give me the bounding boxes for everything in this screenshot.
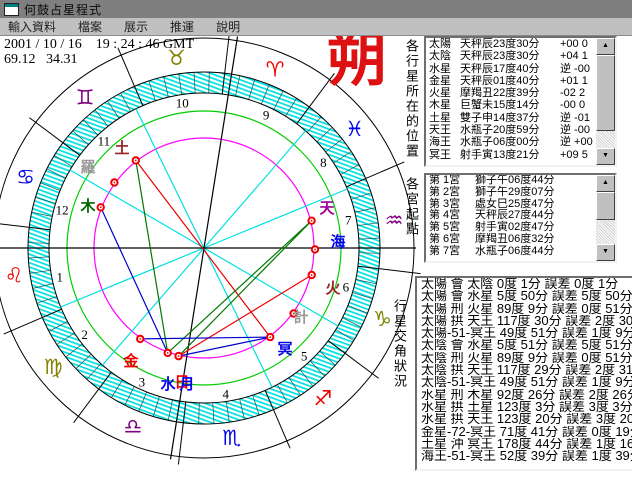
planet-positions-listbox: 太陽 天秤辰23度30分 +00 0 太陰 天秤辰23度30分 +04 1 水星 天秤辰17度…	[424, 36, 617, 167]
aspect-row[interactable]: 太陰-51-冥王 49度 51分 誤差 1度 9分	[417, 376, 632, 388]
planet-position-row[interactable]: 火星 摩羯丑22度39分 -02 2	[426, 87, 615, 99]
aspects-listbox: 太陽 會 太陰 0度 1分 誤差 0度 1分 太陽 會 水星 5度 50分 誤差 …	[415, 276, 632, 471]
svg-text:水: 水	[160, 375, 176, 393]
svg-text:♒: ♒	[385, 208, 404, 232]
svg-text:10: 10	[176, 96, 189, 111]
planet-position-row[interactable]: 太陰 天秤辰23度30分 +04 1	[426, 50, 615, 62]
moon-phase-label: 朔	[327, 25, 387, 95]
scroll-down-icon[interactable]: ▼	[596, 244, 615, 261]
menu-item[interactable]: 推運	[170, 18, 194, 35]
house-cusp-row[interactable]: 第 6宮 摩羯丑06度32分	[426, 233, 615, 246]
caption-house-cusps: 各宮起點	[404, 177, 419, 237]
svg-text:火: 火	[325, 280, 341, 297]
menu-bar: 輸入資料 檔案 展示 推運 說明	[0, 18, 632, 36]
svg-text:♐: ♐	[313, 387, 332, 411]
aspect-row[interactable]: 太陰 會 水星 5度 51分 誤差 5度 51分	[417, 339, 632, 351]
svg-text:木: 木	[79, 197, 96, 215]
svg-text:♊: ♊	[76, 85, 95, 109]
svg-text:6: 6	[343, 279, 350, 294]
svg-text:金: 金	[122, 352, 139, 370]
svg-text:♑: ♑	[373, 307, 392, 331]
scrollbar-thumb[interactable]	[596, 55, 615, 131]
svg-text:♏: ♏	[222, 426, 241, 450]
svg-text:11: 11	[98, 133, 111, 148]
planet-position-row[interactable]: 冥王 射手寅13度21分 +09 5	[426, 149, 615, 161]
aspect-row[interactable]: 海王-51-冥王 52度 39分 誤差 1度 39分	[417, 450, 632, 462]
aspect-row[interactable]: 太陰 刑 火星 89度 9分 誤差 0度 51分	[417, 352, 632, 364]
svg-text:月: 月	[178, 376, 194, 393]
svg-text:4: 4	[223, 386, 230, 401]
svg-text:♋: ♋	[16, 165, 35, 189]
svg-text:計: 計	[293, 308, 308, 326]
svg-text:冥: 冥	[277, 341, 292, 358]
menu-item[interactable]: 檔案	[78, 18, 102, 35]
svg-text:羅: 羅	[80, 159, 95, 176]
positions-scrollbar[interactable]: ▲ ▼	[596, 38, 615, 165]
title-bar[interactable]: 何鼓占星程式	[0, 0, 632, 18]
date-line: 2001 / 10 / 16 19 : 24 : 46 GMT	[4, 37, 195, 52]
aspect-row[interactable]: 太陽 刑 火星 89度 9分 誤差 0度 51分	[417, 303, 632, 315]
caption-planet-positions: 各行星所在的位置	[404, 39, 419, 159]
houses-scrollbar[interactable]: ▲ ▼	[596, 175, 615, 261]
menu-item[interactable]: 展示	[124, 18, 148, 35]
svg-text:5: 5	[301, 349, 308, 364]
svg-text:海: 海	[330, 233, 345, 251]
caption-aspects: 行星交角狀況	[392, 299, 407, 389]
planet-positions-rows: 太陽 天秤辰23度30分 +00 0 太陰 天秤辰23度30分 +04 1 水星 天秤辰17度…	[426, 38, 615, 161]
svg-text:♈: ♈	[266, 58, 285, 82]
svg-text:8: 8	[320, 155, 327, 170]
scroll-down-icon[interactable]: ▼	[596, 148, 615, 165]
planet-position-row[interactable]: 太陽 天秤辰23度30分 +00 0	[426, 38, 615, 50]
svg-text:♍: ♍	[44, 355, 63, 379]
chart-datetime: 2001 / 10 / 16 19 : 24 : 46 GMT 69.12 34.…	[4, 37, 194, 67]
menu-item[interactable]: 說明	[216, 18, 240, 35]
aspect-row[interactable]: 太陽-51-冥王 49度 51分 誤差 1度 9分	[417, 327, 632, 339]
menu-item[interactable]: 輸入資料	[8, 18, 56, 35]
planet-position-row[interactable]: 海王 水瓶子06度00分逆 +00	[426, 136, 615, 148]
aspect-row[interactable]: 水星 刑 木星 92度 26分 誤差 2度 26分	[417, 389, 632, 401]
house-cusp-row[interactable]: 第 7宮 水瓶子06度44分	[426, 245, 615, 258]
aspect-row[interactable]: 太陽 拱 天王 117度 30分 誤差 2度 30分	[417, 315, 632, 327]
svg-text:♓: ♓	[345, 117, 364, 141]
aspect-row[interactable]: 太陽 會 水星 5度 50分 誤差 5度 50分	[417, 290, 632, 302]
house-cusps-rows: 第 1宮 獅子午06度44分第 2宮 獅子午29度07分第 3宮 處女巳25度47分第…	[426, 175, 615, 258]
svg-text:♎: ♎	[123, 414, 142, 438]
scrollbar-thumb[interactable]	[596, 192, 615, 220]
svg-text:7: 7	[345, 213, 352, 228]
scroll-up-icon[interactable]: ▲	[596, 175, 615, 192]
svg-text:♌: ♌	[5, 264, 24, 288]
svg-text:土: 土	[114, 139, 129, 157]
planet-position-row[interactable]: 天王 水瓶子20度59分逆 -00	[426, 124, 615, 136]
aspect-row[interactable]: 太陽 會 太陰 0度 1分 誤差 0度 1分	[417, 278, 632, 290]
house-cusp-row[interactable]: 第 2宮 獅子午29度07分	[426, 186, 615, 199]
svg-text:3: 3	[139, 374, 146, 389]
svg-text:1: 1	[57, 270, 64, 285]
aspect-row[interactable]: 金星-72-冥王 71度 41分 誤差 0度 19分	[417, 426, 632, 438]
window-icon	[4, 2, 19, 16]
planet-position-row[interactable]: 金星 天秤辰01度40分 +01 1	[426, 75, 615, 87]
aspect-row[interactable]: 水星 拱 天王 123度 20分 誤差 3度 20分	[417, 413, 632, 425]
scroll-up-icon[interactable]: ▲	[596, 38, 615, 55]
house-cusps-listbox: 第 1宮 獅子午06度44分第 2宮 獅子午29度07分第 3宮 處女巳25度47分第…	[424, 173, 617, 263]
planet-position-row[interactable]: 土星 雙子申14度37分逆 -01	[426, 112, 615, 124]
aspects-rows: 太陽 會 太陰 0度 1分 誤差 0度 1分 太陽 會 水星 5度 50分 誤差 …	[417, 278, 632, 462]
planet-position-row[interactable]: 水星 天秤辰17度40分逆 -00	[426, 63, 615, 75]
svg-text:9: 9	[263, 108, 270, 123]
aspect-row[interactable]: 土星 沖 冥王 178度 44分 誤差 1度 16分	[417, 438, 632, 450]
planet-position-row[interactable]: 木星 巨蟹未15度14分 -00 0	[426, 99, 615, 111]
aspect-row[interactable]: 水星 拱 土星 123度 3分 誤差 3度 3分	[417, 401, 632, 413]
svg-text:天: 天	[319, 200, 335, 217]
svg-text:2: 2	[81, 327, 88, 342]
aspect-row[interactable]: 太陰 拱 天王 117度 29分 誤差 2度 31分	[417, 364, 632, 376]
window-title: 何鼓占星程式	[24, 2, 103, 17]
coords-line: 69.12 34.31	[4, 52, 78, 67]
svg-text:12: 12	[56, 203, 69, 218]
